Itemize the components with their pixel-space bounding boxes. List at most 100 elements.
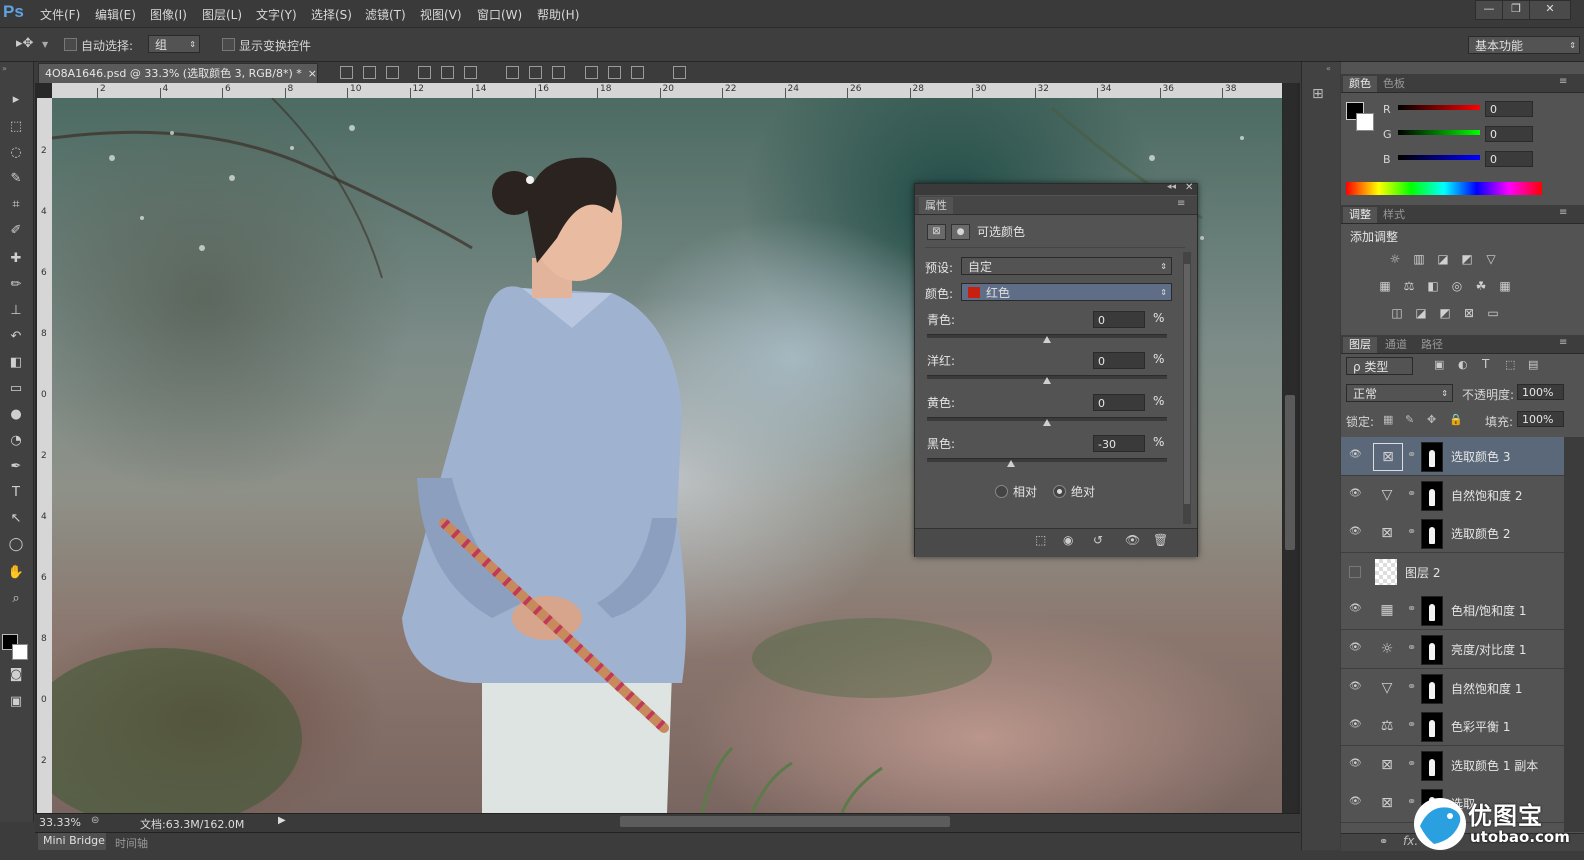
- menu-image[interactable]: 图像(I): [150, 6, 187, 23]
- tab-channels[interactable]: 通道: [1379, 337, 1413, 353]
- healing-brush-tool-icon[interactable]: ✚: [5, 249, 27, 269]
- restore-button[interactable]: ❐: [1502, 0, 1530, 20]
- close-tab-icon[interactable]: ×: [308, 67, 317, 80]
- view-previous-icon[interactable]: ◉: [1063, 533, 1073, 547]
- chain-link-icon[interactable]: ⚭: [1407, 718, 1416, 731]
- absolute-radio[interactable]: [1053, 485, 1066, 498]
- chain-link-icon[interactable]: ⚭: [1407, 757, 1416, 770]
- layer-row[interactable]: 图层 2: [1341, 552, 1564, 592]
- align-right-icon[interactable]: [464, 66, 477, 79]
- tab-mini-bridge[interactable]: Mini Bridge: [38, 833, 106, 850]
- menu-filter[interactable]: 滤镜(T): [365, 6, 406, 23]
- background-color-swatch[interactable]: [1356, 113, 1374, 131]
- blend-mode-dropdown[interactable]: 正常 ⇕: [1346, 384, 1453, 402]
- tab-adjustments[interactable]: 调整: [1343, 207, 1377, 223]
- lock-transparent-icon[interactable]: ▦: [1383, 413, 1393, 426]
- tab-styles[interactable]: 样式: [1377, 207, 1411, 223]
- levels-icon[interactable]: ▥: [1410, 252, 1428, 266]
- link-layers-icon[interactable]: ⚭: [1379, 835, 1388, 848]
- zoom-level[interactable]: 33.33%: [39, 816, 81, 829]
- layer-row[interactable]: 👁 ▽ ⚭ 自然饱和度 2: [1341, 475, 1564, 515]
- move-tool-icon[interactable]: ▸: [5, 90, 27, 110]
- quick-select-tool-icon[interactable]: ✎: [5, 169, 27, 189]
- eye-icon[interactable]: 👁: [1349, 796, 1362, 807]
- black-slider-thumb[interactable]: [1007, 460, 1015, 467]
- relative-radio[interactable]: [995, 485, 1008, 498]
- colors-dropdown[interactable]: 红色 ⇕: [961, 283, 1172, 301]
- type-tool-icon[interactable]: T: [5, 483, 27, 503]
- layer-row[interactable]: 👁 ⊠ ⚭ 选取颜色 2: [1341, 514, 1564, 554]
- panel-titlebar[interactable]: [915, 184, 1197, 195]
- menu-help[interactable]: 帮助(H): [537, 6, 579, 23]
- brightness-icon[interactable]: ☼: [1386, 252, 1404, 266]
- layer-row[interactable]: 👁 ▽ ⚭ 自然饱和度 1: [1341, 668, 1564, 708]
- invert-icon[interactable]: ◫: [1388, 306, 1406, 320]
- history-brush-tool-icon[interactable]: ↶: [5, 327, 27, 347]
- threshold-icon[interactable]: ◩: [1436, 306, 1454, 320]
- eye-icon[interactable]: 👁: [1349, 681, 1362, 692]
- magenta-slider-thumb[interactable]: [1043, 377, 1051, 384]
- color-lookup-icon[interactable]: ▦: [1496, 279, 1514, 293]
- eye-icon[interactable]: 👁: [1349, 642, 1362, 653]
- fill-input[interactable]: 100%: [1517, 411, 1564, 427]
- play-icon[interactable]: ▶: [278, 815, 286, 826]
- preset-dropdown[interactable]: 自定 ⇕: [961, 257, 1172, 275]
- distribute-left-icon[interactable]: [585, 66, 598, 79]
- tab-paths[interactable]: 路径: [1415, 337, 1449, 353]
- show-transform-checkbox[interactable]: [222, 38, 235, 51]
- align-vcenter-icon[interactable]: [363, 66, 376, 79]
- g-input[interactable]: 0: [1485, 126, 1533, 142]
- visibility-icon[interactable]: 👁: [1125, 533, 1140, 547]
- hue-saturation-icon[interactable]: ▦: [1376, 279, 1394, 293]
- layer-row[interactable]: 👁 ☼ ⚭ 亮度/对比度 1: [1341, 630, 1564, 669]
- quick-mask-icon[interactable]: ◙: [5, 665, 27, 685]
- eye-icon[interactable]: 👁: [1349, 488, 1362, 499]
- exposure-icon[interactable]: ◩: [1458, 252, 1476, 266]
- menu-select[interactable]: 选择(S): [311, 6, 352, 23]
- hand-tool-icon[interactable]: ✋: [5, 563, 27, 583]
- align-left-icon[interactable]: [418, 66, 431, 79]
- curves-icon[interactable]: ◪: [1434, 252, 1452, 266]
- chain-link-icon[interactable]: ⚭: [1407, 525, 1416, 538]
- close-button[interactable]: ✕: [1529, 0, 1571, 20]
- marquee-tool-icon[interactable]: ⬚: [5, 117, 27, 137]
- layer-row[interactable]: 👁 ▦ ⚭ 色相/饱和度 1: [1341, 591, 1564, 631]
- distribute-top-icon[interactable]: [506, 66, 519, 79]
- collapse-icon[interactable]: «: [1326, 64, 1331, 73]
- gradient-map-icon[interactable]: ▭: [1484, 306, 1502, 320]
- filter-type-icon[interactable]: T: [1482, 357, 1489, 371]
- horizontal-scroll-thumb[interactable]: [620, 816, 950, 827]
- layer-mask-thumbnail[interactable]: [1421, 480, 1443, 511]
- clone-stamp-tool-icon[interactable]: ⊥: [5, 301, 27, 321]
- photo-filter-icon[interactable]: ◎: [1448, 279, 1466, 293]
- yellow-slider-thumb[interactable]: [1043, 419, 1051, 426]
- menu-layer[interactable]: 图层(L): [202, 6, 242, 23]
- filter-adjustment-icon[interactable]: ◐: [1458, 358, 1468, 371]
- panel-menu-icon[interactable]: ≡: [1559, 337, 1567, 348]
- clip-to-layer-icon[interactable]: ⬚: [1035, 533, 1046, 547]
- blur-tool-icon[interactable]: ●: [5, 405, 27, 425]
- collapse-icon[interactable]: »: [2, 64, 7, 73]
- minimize-button[interactable]: —: [1475, 0, 1503, 20]
- ellipse-tool-icon[interactable]: ◯: [5, 535, 27, 555]
- tab-properties[interactable]: 属性: [919, 197, 953, 214]
- menu-file[interactable]: 文件(F): [40, 6, 80, 23]
- layer-filter-dropdown[interactable]: ρ 类型: [1346, 357, 1413, 375]
- cyan-slider-thumb[interactable]: [1043, 336, 1051, 343]
- auto-select-checkbox[interactable]: [64, 38, 77, 51]
- black-input[interactable]: -30: [1093, 435, 1145, 452]
- menu-view[interactable]: 视图(V): [420, 6, 462, 23]
- eye-icon[interactable]: 👁: [1349, 449, 1362, 460]
- eraser-tool-icon[interactable]: ◧: [5, 353, 27, 373]
- layer-mask-thumbnail[interactable]: [1421, 750, 1443, 781]
- layer-mask-thumbnail[interactable]: [1421, 519, 1443, 550]
- menu-edit[interactable]: 编辑(E): [95, 6, 136, 23]
- selective-color-icon[interactable]: ⊠: [1460, 306, 1478, 320]
- auto-select-dropdown[interactable]: 组 ⇕: [148, 35, 200, 53]
- eye-icon[interactable]: 👁: [1349, 603, 1362, 614]
- filter-pixel-icon[interactable]: ▣: [1434, 358, 1444, 371]
- chain-link-icon[interactable]: ⚭: [1407, 487, 1416, 500]
- magenta-input[interactable]: 0: [1093, 352, 1145, 369]
- menu-type[interactable]: 文字(Y): [256, 6, 297, 23]
- align-top-icon[interactable]: [340, 66, 353, 79]
